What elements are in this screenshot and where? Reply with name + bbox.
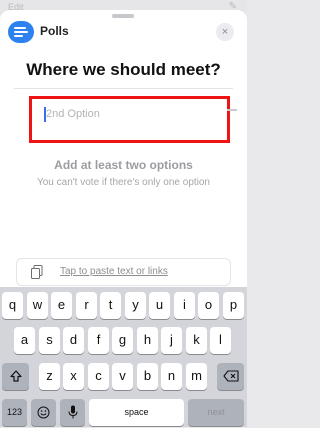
microphone-icon: [68, 405, 77, 419]
key-k[interactable]: k: [186, 327, 207, 354]
key-x[interactable]: x: [63, 363, 84, 390]
key-s[interactable]: s: [39, 327, 60, 354]
key-d[interactable]: d: [63, 327, 84, 354]
key-n[interactable]: n: [161, 363, 182, 390]
key-y[interactable]: y: [125, 292, 146, 319]
key-g[interactable]: g: [112, 327, 133, 354]
second-option-input[interactable]: [46, 105, 196, 123]
app-name: Polls: [40, 24, 69, 38]
key-h[interactable]: h: [137, 327, 158, 354]
key-c[interactable]: c: [88, 363, 109, 390]
dictation-key[interactable]: [60, 399, 85, 426]
emoji-icon: [37, 406, 50, 419]
key-f[interactable]: f: [88, 327, 109, 354]
key-o[interactable]: o: [198, 292, 219, 319]
paste-label: Tap to paste text or links: [60, 266, 168, 277]
poll-question[interactable]: Where we should meet?: [0, 60, 247, 80]
paste-button[interactable]: Tap to paste text or links: [16, 258, 231, 286]
key-r[interactable]: r: [76, 292, 97, 319]
polls-sheet: Polls × Where we should meet? Add at lea…: [0, 10, 247, 287]
key-p[interactable]: p: [223, 292, 244, 319]
key-t[interactable]: t: [100, 292, 121, 319]
next-key[interactable]: next: [188, 399, 244, 426]
key-z[interactable]: z: [39, 363, 60, 390]
key-v[interactable]: v: [112, 363, 133, 390]
shift-icon: [9, 370, 22, 382]
key-j[interactable]: j: [161, 327, 182, 354]
key-e[interactable]: e: [51, 292, 72, 319]
key-w[interactable]: w: [27, 292, 48, 319]
numbers-key[interactable]: 123: [2, 399, 27, 426]
sheet-grabber[interactable]: [112, 14, 134, 18]
clipboard-icon: [31, 265, 43, 279]
backspace-icon: [222, 370, 239, 382]
polls-app-icon: [8, 21, 34, 43]
key-i[interactable]: i: [174, 292, 195, 319]
shift-key[interactable]: [2, 363, 29, 390]
emoji-key[interactable]: [31, 399, 56, 426]
option-field-highlighted[interactable]: [29, 96, 230, 143]
key-b[interactable]: b: [137, 363, 158, 390]
close-button[interactable]: ×: [216, 23, 234, 41]
hint-title: Add at least two options: [54, 158, 193, 172]
keyboard: q w e r t y u i o p a s d f g h j k l z …: [0, 287, 247, 427]
key-a[interactable]: a: [14, 327, 35, 354]
remove-option-icon[interactable]: [227, 109, 237, 111]
key-m[interactable]: m: [186, 363, 207, 390]
key-l[interactable]: l: [210, 327, 231, 354]
space-key[interactable]: space: [89, 399, 184, 426]
hint-subtitle: You can't vote if there's only one optio…: [36, 177, 210, 188]
key-q[interactable]: q: [2, 292, 23, 319]
divider: [14, 88, 233, 89]
key-u[interactable]: u: [149, 292, 170, 319]
backspace-key[interactable]: [217, 363, 244, 390]
